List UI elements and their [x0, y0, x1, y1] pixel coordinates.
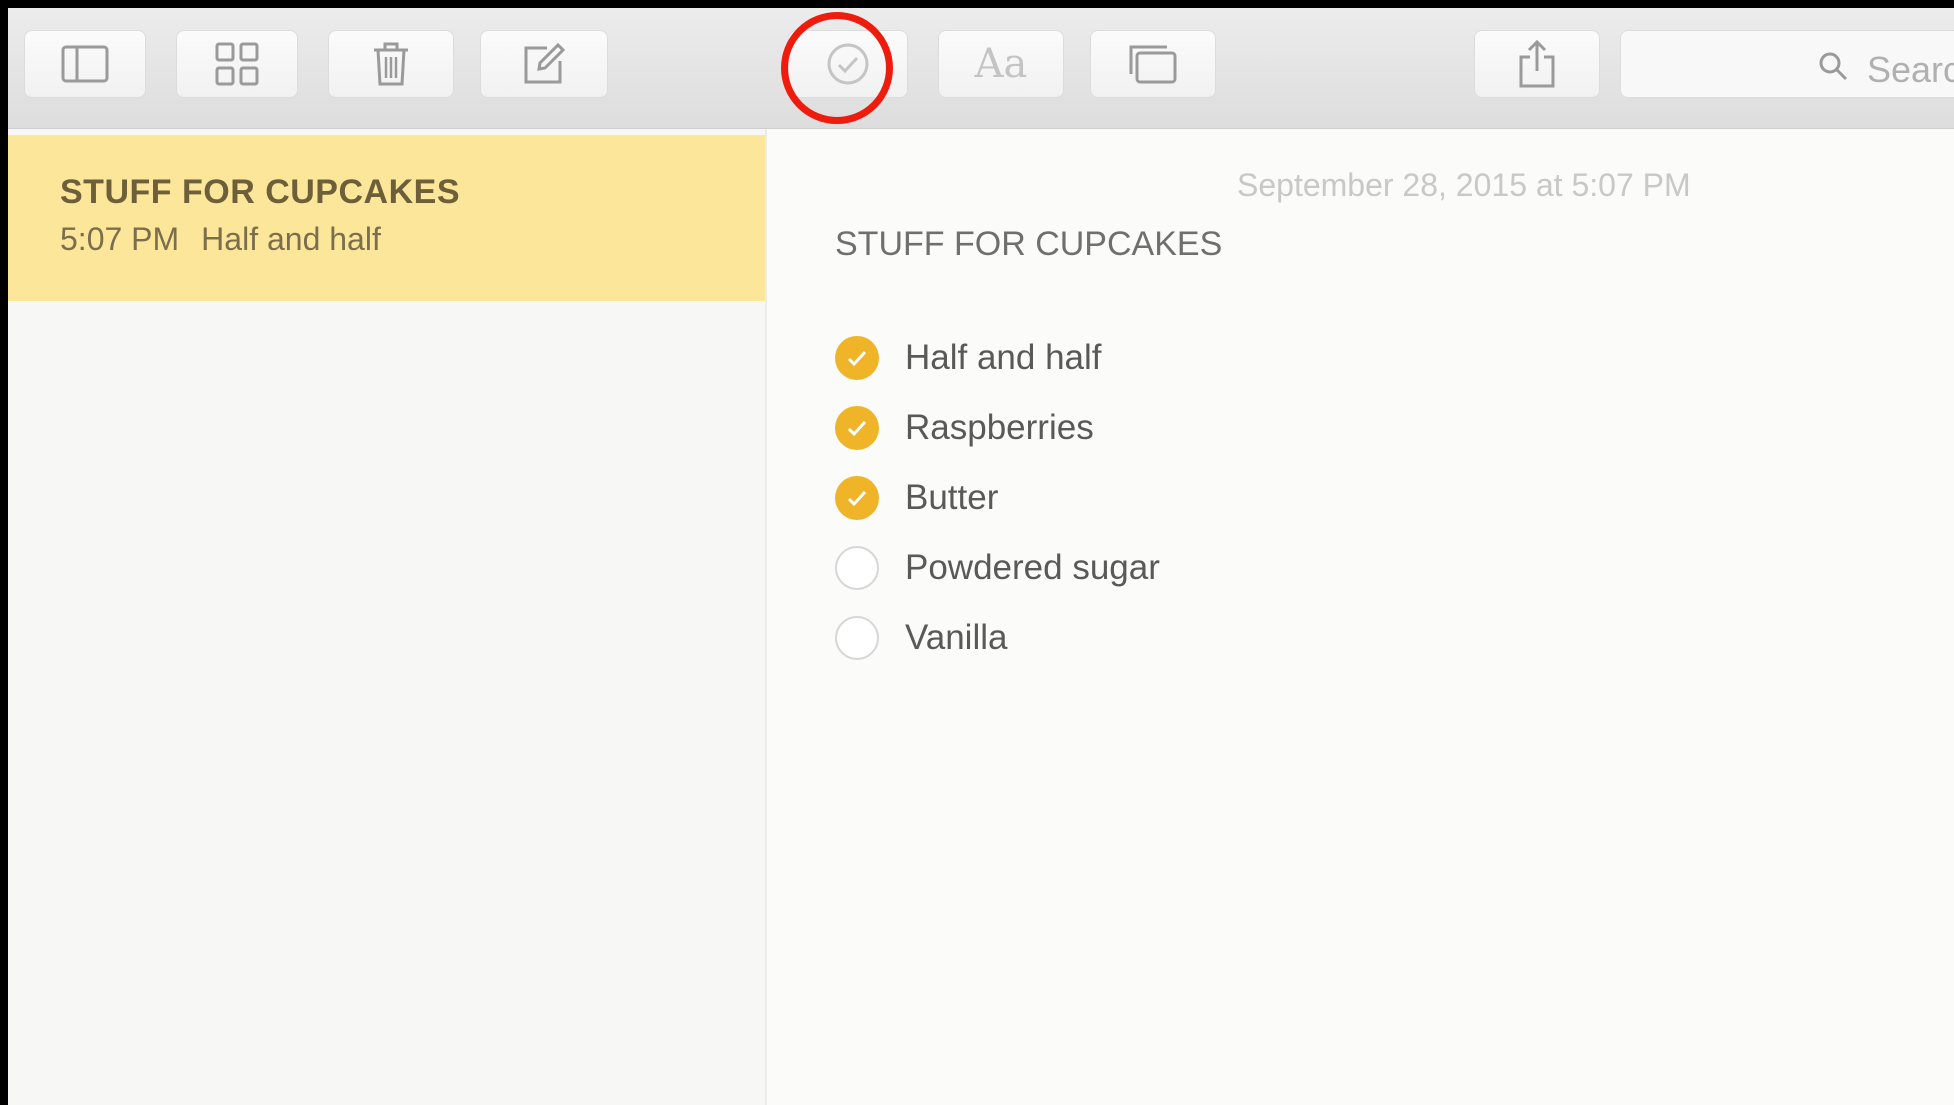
note-list-item-title: STUFF FOR CUPCAKES — [60, 173, 460, 211]
checklist-item-label: Butter — [905, 478, 999, 517]
grid-icon — [214, 41, 260, 87]
checklist-item[interactable]: Vanilla — [835, 612, 1007, 664]
note-editor[interactable]: September 28, 2015 at 5:07 PM STUFF FOR … — [767, 129, 1954, 1105]
checked-circle-icon[interactable] — [835, 406, 879, 450]
checked-circle-icon[interactable] — [835, 336, 879, 380]
toolbar: Aa Searc — [8, 8, 1954, 129]
checklist-item-label: Vanilla — [905, 618, 1008, 657]
note-date: September 28, 2015 at 5:07 PM — [1237, 167, 1691, 203]
sidebar-icon — [60, 44, 110, 84]
search-placeholder: Search — [1867, 49, 1954, 90]
checkmark-circle-icon — [825, 41, 871, 87]
search-icon — [1817, 50, 1849, 87]
checklist-item-label: Raspberries — [905, 408, 1094, 447]
checklist-item[interactable]: Half and half — [835, 332, 1102, 384]
note-list-item[interactable]: STUFF FOR CUPCAKES 5:07 PM Half and half — [8, 135, 765, 301]
unchecked-circle-icon[interactable] — [835, 546, 879, 590]
notes-list: STUFF FOR CUPCAKES 5:07 PM Half and half — [8, 129, 767, 1105]
compose-icon — [521, 41, 567, 87]
checklist-item-label: Half and half — [905, 338, 1102, 377]
checklist-item-label: Powdered sugar — [905, 548, 1160, 587]
new-note-button[interactable] — [480, 30, 608, 98]
note-list-item-subtitle: 5:07 PM Half and half — [60, 221, 381, 258]
note-list-item-time: 5:07 PM — [60, 221, 180, 257]
trash-icon — [371, 41, 411, 87]
checked-circle-icon[interactable] — [835, 476, 879, 520]
format-button[interactable]: Aa — [938, 30, 1064, 98]
attachments-browser-button[interactable] — [176, 30, 298, 98]
checklist-item[interactable]: Butter — [835, 472, 998, 524]
checklist-item[interactable]: Powdered sugar — [835, 542, 1160, 594]
text-format-icon: Aa — [974, 41, 1028, 87]
share-button[interactable] — [1474, 30, 1600, 98]
share-icon — [1516, 39, 1558, 89]
unchecked-circle-icon[interactable] — [835, 616, 879, 660]
note-list-item-preview: Half and half — [201, 221, 381, 257]
notes-window: Aa Searc STUFF FOR CUPCAKES 5:07 PM Half… — [8, 8, 1954, 1105]
delete-note-button[interactable] — [328, 30, 454, 98]
checklist-item[interactable]: Raspberries — [835, 402, 1094, 454]
checklist-button[interactable] — [788, 30, 908, 98]
search-field[interactable]: Search — [1620, 30, 1954, 98]
photo-browser-icon — [1128, 43, 1178, 85]
add-attachment-button[interactable] — [1090, 30, 1216, 98]
toggle-sidebar-button[interactable] — [24, 30, 146, 98]
note-title[interactable]: STUFF FOR CUPCAKES — [835, 225, 1222, 264]
